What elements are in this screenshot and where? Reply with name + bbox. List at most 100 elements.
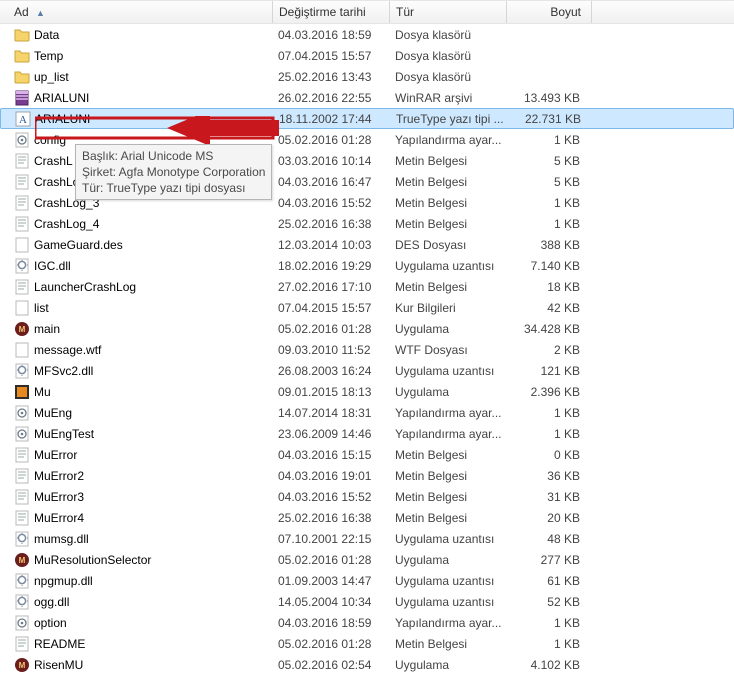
- file-row[interactable]: GameGuard.des12.03.2014 10:03DES Dosyası…: [0, 234, 734, 255]
- file-name-cell: MMuResolutionSelector: [0, 552, 272, 568]
- txt-icon: [14, 510, 30, 526]
- file-row[interactable]: MRisenMU05.02.2016 02:54Uygulama4.102 KB: [0, 654, 734, 675]
- txt-icon: [14, 216, 30, 232]
- file-type-cell: Metin Belgesi: [389, 280, 506, 294]
- file-size-cell: 4.102 KB: [506, 658, 590, 672]
- file-name-cell: message.wtf: [0, 342, 272, 358]
- file-row[interactable]: MFSvc2.dll26.08.2003 16:24Uygulama uzant…: [0, 360, 734, 381]
- file-name-cell: README: [0, 636, 272, 652]
- file-row[interactable]: option04.03.2016 18:59Yapılandırma ayar.…: [0, 612, 734, 633]
- dll-icon: [14, 258, 30, 274]
- file-type-cell: Uygulama uzantısı: [389, 532, 506, 546]
- column-header-date[interactable]: Değiştirme tarihi: [273, 5, 389, 19]
- file-row[interactable]: MuError425.02.2016 16:38Metin Belgesi20 …: [0, 507, 734, 528]
- txt-icon: [14, 279, 30, 295]
- file-date-cell: 05.02.2016 01:28: [272, 637, 389, 651]
- file-row[interactable]: up_list25.02.2016 13:43Dosya klasörü: [0, 66, 734, 87]
- file-size-cell: 34.428 KB: [506, 322, 590, 336]
- file-row[interactable]: MuEngTest23.06.2009 14:46Yapılandırma ay…: [0, 423, 734, 444]
- file-name-cell: MRisenMU: [0, 657, 272, 673]
- file-date-cell: 03.03.2016 10:14: [272, 154, 389, 168]
- file-name-label: MuError: [34, 448, 77, 462]
- column-header-type[interactable]: Tür: [390, 5, 506, 19]
- file-row[interactable]: MuError04.03.2016 15:15Metin Belgesi0 KB: [0, 444, 734, 465]
- file-row[interactable]: ogg.dll14.05.2004 10:34Uygulama uzantısı…: [0, 591, 734, 612]
- file-size-cell: 5 KB: [506, 175, 590, 189]
- svg-text:M: M: [19, 661, 26, 670]
- tooltip-line-title: Başlık: Arial Unicode MS: [82, 148, 265, 164]
- file-date-cell: 18.11.2002 17:44: [273, 112, 390, 126]
- file-name-label: CrashLog_4: [34, 217, 99, 231]
- file-name-label: MFSvc2.dll: [34, 364, 93, 378]
- file-size-cell: 1 KB: [506, 427, 590, 441]
- file-row[interactable]: MuError204.03.2016 19:01Metin Belgesi36 …: [0, 465, 734, 486]
- folder-icon: [14, 48, 30, 64]
- file-size-cell: 42 KB: [506, 301, 590, 315]
- file-date-cell: 27.02.2016 17:10: [272, 280, 389, 294]
- file-row[interactable]: Mu09.01.2015 18:13Uygulama2.396 KB: [0, 381, 734, 402]
- file-row[interactable]: Data04.03.2016 18:59Dosya klasörü: [0, 24, 734, 45]
- file-type-cell: Metin Belgesi: [389, 511, 506, 525]
- file-size-cell: 1 KB: [506, 616, 590, 630]
- file-row[interactable]: IGC.dll18.02.2016 19:29Uygulama uzantısı…: [0, 255, 734, 276]
- file-size-cell: 20 KB: [506, 511, 590, 525]
- file-name-cell: MuError: [0, 447, 272, 463]
- file-name-cell: MuEngTest: [0, 426, 272, 442]
- file-name-cell: A ARIALUNI: [1, 111, 273, 127]
- ini-icon: [14, 426, 30, 442]
- file-row[interactable]: CrashLog_425.02.2016 16:38Metin Belgesi1…: [0, 213, 734, 234]
- file-size-cell: 5 KB: [506, 154, 590, 168]
- file-row[interactable]: list07.04.2015 15:57Kur Bilgileri42 KB: [0, 297, 734, 318]
- file-size-cell: 121 KB: [506, 364, 590, 378]
- file-date-cell: 04.03.2016 16:47: [272, 175, 389, 189]
- column-separator[interactable]: [591, 1, 592, 23]
- file-name-label: option: [34, 616, 67, 630]
- file-size-cell: 2 KB: [506, 343, 590, 357]
- file-row[interactable]: README05.02.2016 01:28Metin Belgesi1 KB: [0, 633, 734, 654]
- column-header-size[interactable]: Boyut: [507, 5, 591, 19]
- file-date-cell: 25.02.2016 16:38: [272, 217, 389, 231]
- file-row[interactable]: AARIALUNI18.11.2002 17:44TrueType yazı t…: [0, 108, 734, 129]
- file-row[interactable]: Mmain05.02.2016 01:28Uygulama34.428 KB: [0, 318, 734, 339]
- file-type-cell: Uygulama: [389, 322, 506, 336]
- file-row[interactable]: MuError304.03.2016 15:52Metin Belgesi31 …: [0, 486, 734, 507]
- file-name-label: ogg.dll: [34, 595, 69, 609]
- file-name-label: README: [34, 637, 85, 651]
- file-row[interactable]: mumsg.dll07.10.2001 22:15Uygulama uzantı…: [0, 528, 734, 549]
- file-size-cell: 61 KB: [506, 574, 590, 588]
- file-row[interactable]: Temp07.04.2015 15:57Dosya klasörü: [0, 45, 734, 66]
- file-date-cell: 26.08.2003 16:24: [272, 364, 389, 378]
- tooltip-line-type: Tür: TrueType yazı tipi dosyası: [82, 180, 265, 196]
- file-name-cell: Data: [0, 27, 272, 43]
- dll-icon: [14, 594, 30, 610]
- file-row[interactable]: ARIALUNI26.02.2016 22:55WinRAR arşivi13.…: [0, 87, 734, 108]
- txt-icon: [14, 153, 30, 169]
- file-name-label: ARIALUNI: [35, 112, 90, 126]
- app-mu-icon: M: [14, 321, 30, 337]
- file-type-cell: Metin Belgesi: [389, 469, 506, 483]
- file-row[interactable]: MuEng14.07.2014 18:31Yapılandırma ayar..…: [0, 402, 734, 423]
- file-row[interactable]: message.wtf09.03.2010 11:52WTF Dosyası2 …: [0, 339, 734, 360]
- file-row[interactable]: MMuResolutionSelector05.02.2016 01:28Uyg…: [0, 549, 734, 570]
- file-type-cell: Metin Belgesi: [389, 196, 506, 210]
- file-name-cell: npgmup.dll: [0, 573, 272, 589]
- txt-icon: [14, 174, 30, 190]
- column-header-name[interactable]: Ad ▲: [0, 5, 272, 19]
- file-row[interactable]: LauncherCrashLog27.02.2016 17:10Metin Be…: [0, 276, 734, 297]
- file-size-cell: 1 KB: [506, 637, 590, 651]
- file-name-cell: list: [0, 300, 272, 316]
- file-row[interactable]: npgmup.dll01.09.2003 14:47Uygulama uzant…: [0, 570, 734, 591]
- file-type-cell: Uygulama uzantısı: [389, 574, 506, 588]
- file-date-cell: 09.01.2015 18:13: [272, 385, 389, 399]
- file-date-cell: 14.07.2014 18:31: [272, 406, 389, 420]
- file-type-cell: Dosya klasörü: [389, 28, 506, 42]
- file-type-cell: Metin Belgesi: [389, 217, 506, 231]
- file-type-cell: Metin Belgesi: [389, 490, 506, 504]
- file-name-cell: ogg.dll: [0, 594, 272, 610]
- file-type-cell: Uygulama: [389, 385, 506, 399]
- file-date-cell: 04.03.2016 15:52: [272, 196, 389, 210]
- file-name-label: mumsg.dll: [34, 532, 89, 546]
- file-date-cell: 05.02.2016 02:54: [272, 658, 389, 672]
- svg-text:A: A: [19, 114, 27, 126]
- file-type-cell: WinRAR arşivi: [389, 91, 506, 105]
